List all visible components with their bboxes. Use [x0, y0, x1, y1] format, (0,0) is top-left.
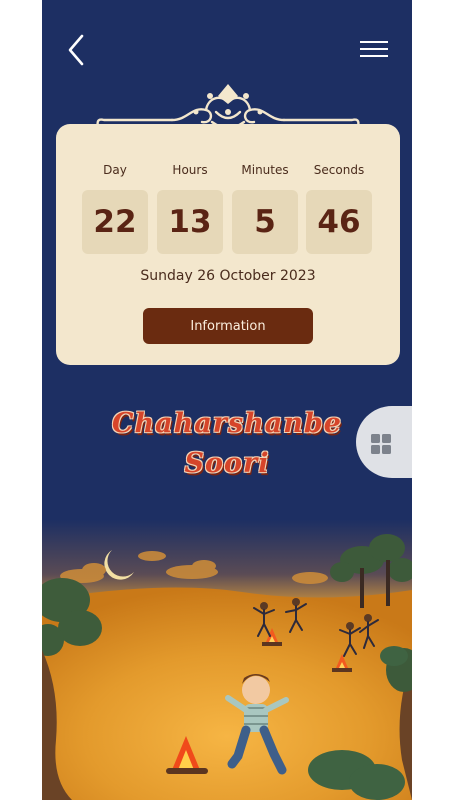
- countdown-seconds: Seconds 46: [306, 160, 372, 254]
- event-date: Sunday 26 October 2023: [140, 268, 316, 284]
- hamburger-menu-icon: [360, 41, 388, 57]
- countdown-hours: Hours 13: [157, 160, 223, 254]
- minutes-value: 5: [232, 190, 298, 254]
- seconds-label: Seconds: [313, 163, 365, 177]
- countdown-minutes: Minutes 5: [232, 160, 298, 254]
- days-value: 22: [82, 190, 148, 254]
- menu-button[interactable]: [358, 38, 390, 60]
- seconds-value: 46: [306, 190, 372, 254]
- countdown-days: Day 22: [82, 160, 148, 254]
- hours-value: 13: [157, 190, 223, 254]
- festival-illustration: [42, 520, 412, 800]
- countdown-card: Day 22 Hours 13 Minutes 5 Seconds 46 Sun…: [56, 124, 400, 365]
- app-screen: Day 22 Hours 13 Minutes 5 Seconds 46 Sun…: [42, 0, 412, 800]
- countdown-units: Day 22 Hours 13 Minutes 5 Seconds 46: [82, 160, 374, 256]
- back-button[interactable]: [64, 32, 92, 68]
- event-title-line2: Soori: [184, 448, 270, 479]
- hours-label: Hours: [172, 163, 208, 177]
- grid-icon: [371, 434, 391, 454]
- minutes-label: Minutes: [241, 163, 289, 177]
- chevron-left-icon: [68, 34, 84, 66]
- days-label: Day: [103, 163, 127, 177]
- information-button[interactable]: Information: [143, 308, 313, 344]
